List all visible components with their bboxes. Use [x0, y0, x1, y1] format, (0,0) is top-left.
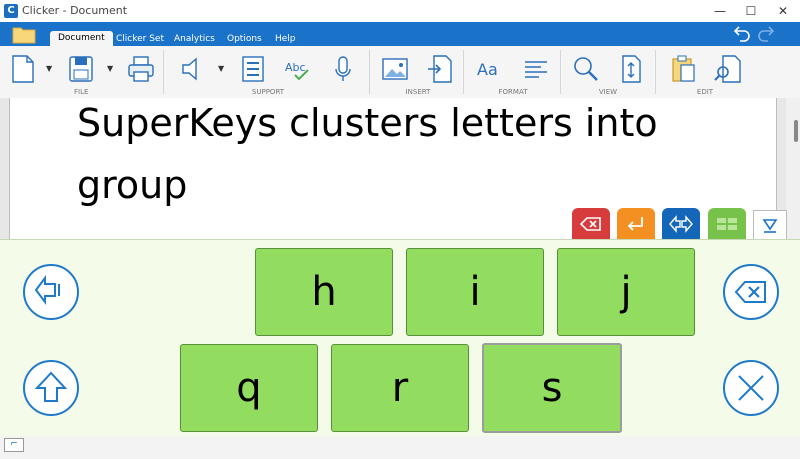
picture-icon [382, 58, 408, 80]
enter-arrow-icon [627, 217, 643, 231]
document-text[interactable]: SuperKeys clusters letters into group [77, 92, 767, 216]
backspace-button[interactable] [723, 264, 779, 320]
insert-file-button[interactable] [425, 53, 455, 85]
backspace-icon [579, 217, 601, 231]
search-document-icon [714, 55, 741, 83]
new-page-icon [12, 55, 34, 83]
list-panel-icon [242, 56, 264, 82]
alignment-button[interactable] [521, 53, 551, 85]
group-separator [163, 50, 164, 94]
group-separator [655, 50, 656, 94]
undo-icon [733, 26, 750, 42]
new-document-button[interactable] [8, 53, 38, 85]
font-aa-icon: Aa [477, 60, 498, 79]
maximize-button[interactable]: ☐ [736, 0, 766, 22]
backspace-icon [734, 281, 766, 303]
save-disk-icon [69, 56, 93, 82]
key-s[interactable]: s [482, 343, 622, 433]
svg-text:Aa: Aa [477, 60, 498, 79]
open-folder-button[interactable] [12, 24, 36, 44]
align-left-icon [525, 61, 547, 78]
close-keyboard-button[interactable] [723, 360, 779, 416]
tab-document[interactable]: Document [50, 31, 113, 46]
svg-text:Abc: Abc [285, 61, 306, 74]
superkeys-arrows-icon [669, 215, 693, 233]
group-separator [463, 50, 464, 94]
key-j[interactable]: j [557, 248, 695, 336]
tab-clicker-set[interactable]: Clicker Set [116, 32, 164, 46]
shift-button[interactable] [23, 360, 79, 416]
print-button[interactable] [126, 53, 156, 85]
grid-icon [717, 218, 737, 230]
superkeys-keyboard: h i j q r s [0, 239, 800, 437]
key-r[interactable]: r [331, 344, 469, 432]
redo-icon [758, 26, 775, 42]
folder-icon [12, 27, 36, 44]
key-h[interactable]: h [255, 248, 393, 336]
ribbon-tab-bar: Document Clicker Set Analytics Options H… [0, 22, 800, 46]
close-button[interactable]: ✕ [768, 0, 798, 22]
voice-input-button[interactable] [328, 53, 358, 85]
font-button[interactable]: Aa [476, 53, 506, 85]
new-dropdown-chevron-icon[interactable]: ▼ [46, 64, 54, 73]
tab-analytics[interactable]: Analytics [174, 32, 215, 46]
word-bank-button[interactable] [238, 53, 268, 85]
spellcheck-icon: Abc [285, 61, 309, 81]
enter-key-button[interactable] [617, 208, 655, 240]
speaker-icon [182, 57, 197, 81]
window-title: Clicker - Document [22, 4, 128, 17]
spell-check-button[interactable]: Abc [283, 53, 313, 85]
scrollbar-thumb[interactable] [794, 120, 798, 142]
title-bar: C Clicker - Document — ☐ ✕ [0, 0, 800, 22]
save-button[interactable] [66, 53, 96, 85]
key-q[interactable]: q [180, 344, 318, 432]
delete-key-button[interactable] [572, 208, 610, 240]
superkeys-mode-button[interactable] [23, 264, 79, 320]
printer-icon [128, 56, 154, 82]
arrow-back-superkeys-icon [34, 275, 60, 305]
undo-button[interactable] [732, 25, 752, 43]
zoom-button[interactable] [571, 53, 601, 85]
status-bar: ⌐ [0, 436, 800, 459]
group-separator [560, 50, 561, 94]
tab-options[interactable]: Options [227, 32, 262, 46]
find-replace-button[interactable] [713, 53, 743, 85]
minimize-button[interactable]: — [705, 0, 735, 22]
redo-button[interactable] [756, 25, 776, 43]
page-view-button[interactable] [616, 53, 646, 85]
clipboard-icon [672, 55, 695, 82]
paste-button[interactable] [668, 53, 698, 85]
microphone-icon [335, 56, 351, 81]
shift-arrow-icon [34, 371, 68, 402]
magnifier-icon [574, 57, 598, 81]
triangle-down-icon [762, 219, 778, 233]
insert-document-icon [428, 55, 452, 83]
clicker-logo-icon: C [4, 4, 18, 18]
vertical-scrollbar[interactable] [786, 98, 800, 239]
insert-picture-button[interactable] [380, 53, 410, 85]
save-dropdown-chevron-icon[interactable]: ▼ [107, 64, 115, 73]
keyboard-toggle-icon[interactable]: ⌐ [4, 438, 24, 452]
superkeys-switch-button[interactable] [662, 208, 700, 240]
close-x-icon [738, 375, 764, 401]
speech-button[interactable] [177, 53, 207, 85]
page-height-icon [622, 55, 641, 83]
grid-view-button[interactable] [708, 208, 746, 240]
key-i[interactable]: i [406, 248, 544, 336]
tab-help[interactable]: Help [275, 32, 296, 46]
group-separator [369, 50, 370, 94]
collapse-keyboard-button[interactable] [753, 210, 787, 239]
speech-dropdown-chevron-icon[interactable]: ▼ [218, 64, 226, 73]
